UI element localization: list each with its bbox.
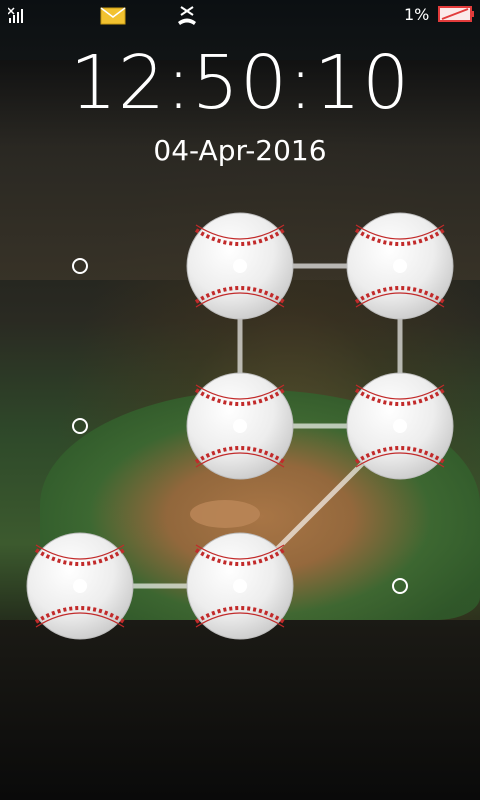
pattern-node-8-baseball[interactable] [186, 532, 294, 640]
pattern-node-1-dot[interactable] [72, 258, 88, 274]
pattern-node-2-baseball[interactable] [186, 212, 294, 320]
pattern-node-9-dot[interactable] [392, 578, 408, 594]
pattern-node-4-dot[interactable] [72, 418, 88, 434]
pattern-node-5-baseball[interactable] [186, 372, 294, 480]
pattern-node-7-baseball[interactable] [26, 532, 134, 640]
pattern-lock[interactable] [0, 0, 480, 800]
lock-screen: 1% 12:50:10 04-Apr-2016 [0, 0, 480, 800]
pattern-node-3-baseball[interactable] [346, 212, 454, 320]
pattern-node-6-baseball[interactable] [346, 372, 454, 480]
